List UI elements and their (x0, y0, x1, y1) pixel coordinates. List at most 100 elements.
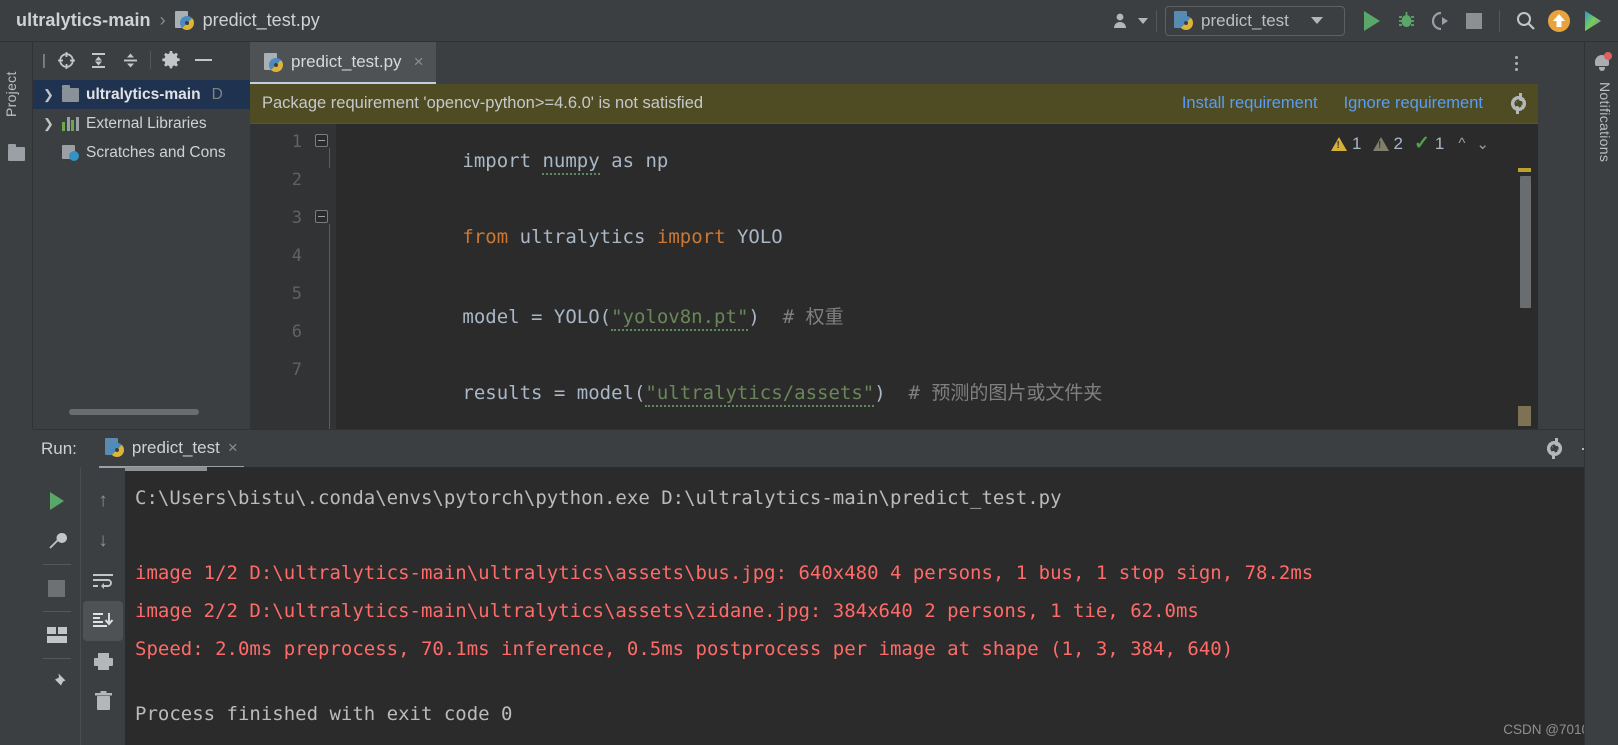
editor-options-icon[interactable] (1502, 42, 1530, 84)
install-requirement-link[interactable]: Install requirement (1182, 94, 1318, 113)
run-toolbar-divider (42, 564, 71, 565)
breadcrumb: ultralytics-main › predict_test.py (0, 10, 320, 31)
trash-icon[interactable] (83, 681, 123, 721)
fold-region-line (329, 224, 330, 429)
run-panel-header: Run: predict_test × (33, 429, 1618, 468)
code-token: ) (748, 306, 760, 328)
run-toolbar-divider (42, 658, 71, 659)
project-tree: ❯ ultralytics-main D ❯ External Librarie… (33, 78, 250, 167)
editor-tab-label: predict_test.py (291, 52, 402, 71)
soft-wrap-icon[interactable] (83, 561, 123, 601)
update-project-icon[interactable] (1542, 0, 1576, 42)
close-icon[interactable]: × (414, 52, 424, 72)
up-arrow-icon[interactable]: ↑ (83, 481, 123, 521)
code-token: YOLO (725, 226, 783, 248)
debug-icon[interactable] (1389, 0, 1423, 42)
down-arrow-icon[interactable]: ↓ (83, 521, 123, 561)
gear-icon[interactable] (156, 45, 186, 75)
code-token: model = YOLO( (462, 306, 612, 328)
stop-icon[interactable] (1457, 0, 1491, 42)
run-icon[interactable] (1355, 0, 1389, 42)
profile-dropdown-caret-icon[interactable] (1138, 17, 1148, 24)
line-number: 6 (291, 322, 302, 342)
editor-tab-predict-test[interactable]: predict_test.py × (250, 42, 436, 84)
tree-item-scratches-and-consoles[interactable]: Scratches and Cons (33, 138, 250, 167)
notification-actions: Install requirement Ignore requirement (1182, 94, 1538, 113)
plugin-icon[interactable] (1576, 0, 1610, 42)
notification-settings-gear-icon[interactable] (1509, 94, 1528, 113)
hide-panel-icon[interactable] (188, 45, 218, 75)
project-tool-window: | ❯ ultralytics-main D ❯ External Librar… (33, 42, 250, 429)
breadcrumb-project[interactable]: ultralytics-main (16, 10, 151, 31)
scroll-to-end-icon[interactable] (83, 601, 123, 641)
package-requirement-notification: Package requirement 'opencv-python>=4.6.… (250, 84, 1538, 124)
warning-count: 1 (1352, 133, 1362, 153)
run-with-coverage-icon[interactable] (1423, 0, 1457, 42)
layout-icon[interactable] (37, 615, 77, 655)
tree-item-suffix: D (211, 85, 223, 103)
folder-icon (62, 84, 79, 102)
code-fold-icon[interactable] (315, 134, 328, 147)
rerun-icon[interactable] (37, 481, 77, 521)
sidebar-item-project[interactable]: Project (3, 54, 29, 134)
sidebar-item-notifications[interactable]: Notifications (1591, 82, 1613, 222)
console-line: Process finished with exit code 0 (135, 703, 513, 725)
code-editor[interactable]: 1 2 3 4 5 6 7 import numpy as np from ul… (250, 124, 1538, 429)
search-icon[interactable] (1508, 0, 1542, 42)
library-icon (62, 116, 79, 131)
print-icon[interactable] (83, 641, 123, 681)
run-tab-predict-test[interactable]: predict_test × (98, 430, 244, 468)
project-horizontal-scrollbar[interactable] (69, 409, 199, 415)
stop-icon[interactable] (37, 568, 77, 608)
close-icon[interactable]: × (228, 438, 238, 458)
right-strip-lower (1584, 429, 1618, 745)
profile-icon[interactable] (1108, 0, 1136, 42)
editor-gutter[interactable]: 1 2 3 4 5 6 7 (250, 124, 336, 429)
next-problem-icon[interactable]: ⌄ (1473, 135, 1492, 153)
code-text[interactable]: import numpy as np from ultralytics impo… (336, 124, 1538, 429)
tree-item-ultralytics-main[interactable]: ❯ ultralytics-main D (33, 80, 250, 109)
scrollbar-thumb[interactable] (1520, 176, 1531, 308)
tree-item-external-libraries[interactable]: ❯ External Libraries (33, 109, 250, 138)
structure-folder-icon[interactable] (8, 144, 25, 161)
run-console-output[interactable]: C:\Users\bistu\.conda\envs\pytorch\pytho… (125, 467, 1618, 745)
code-token: import (462, 150, 532, 172)
code-token: import (656, 226, 726, 248)
check-icon: ✓ (1413, 133, 1430, 154)
console-horizontal-scrollbar[interactable] (125, 467, 207, 471)
line-number: 2 (291, 170, 302, 190)
editor-scrollbar[interactable] (1518, 168, 1533, 427)
python-file-icon (174, 11, 194, 30)
chevron-right-icon[interactable]: ❯ (43, 87, 55, 103)
code-fold-icon[interactable] (315, 210, 328, 223)
line-number: 1 (291, 132, 302, 152)
expand-all-icon[interactable] (83, 45, 113, 75)
pin-icon[interactable] (37, 662, 77, 702)
previous-problem-icon[interactable]: ^ (1455, 135, 1468, 152)
code-comment: # 权重 (759, 306, 844, 328)
code-token: as np (599, 150, 669, 172)
run-config-caret-icon[interactable] (1310, 17, 1323, 24)
tree-item-label: ultralytics-main (86, 85, 201, 103)
pycharm-window: ultralytics-main › predict_test.py predi… (0, 0, 1618, 745)
code-token: ultralytics (508, 226, 657, 248)
collapse-all-icon[interactable] (115, 45, 145, 75)
code-comment: # 预测的图片或文件夹 (885, 382, 1103, 404)
wrench-icon[interactable] (37, 521, 77, 561)
code-token: "ultralytics/assets" (645, 382, 875, 407)
line-number: 3 (291, 208, 302, 228)
chevron-right-icon[interactable]: ❯ (43, 116, 55, 132)
notifications-bell-icon[interactable] (1594, 52, 1612, 71)
run-settings-gear-icon[interactable] (1545, 439, 1564, 458)
ignore-requirement-link[interactable]: Ignore requirement (1344, 94, 1483, 113)
editor-tab-bar: predict_test.py × (250, 42, 1538, 84)
inspection-widget[interactable]: 1 2 ✓ 1 ^ ⌄ (1331, 132, 1492, 155)
weak-warning-icon (1372, 136, 1389, 151)
project-toolbar-divider (150, 51, 151, 69)
breadcrumb-file[interactable]: predict_test.py (203, 10, 320, 31)
select-opened-file-icon[interactable] (51, 45, 81, 75)
run-tool-window: Run: predict_test × ↑ ↓ C:\Users\bistu\.… (0, 429, 1618, 745)
code-line-7: results = model("ultralytics/assets") # … (348, 356, 1102, 427)
run-configuration-selector[interactable]: predict_test (1165, 5, 1345, 36)
